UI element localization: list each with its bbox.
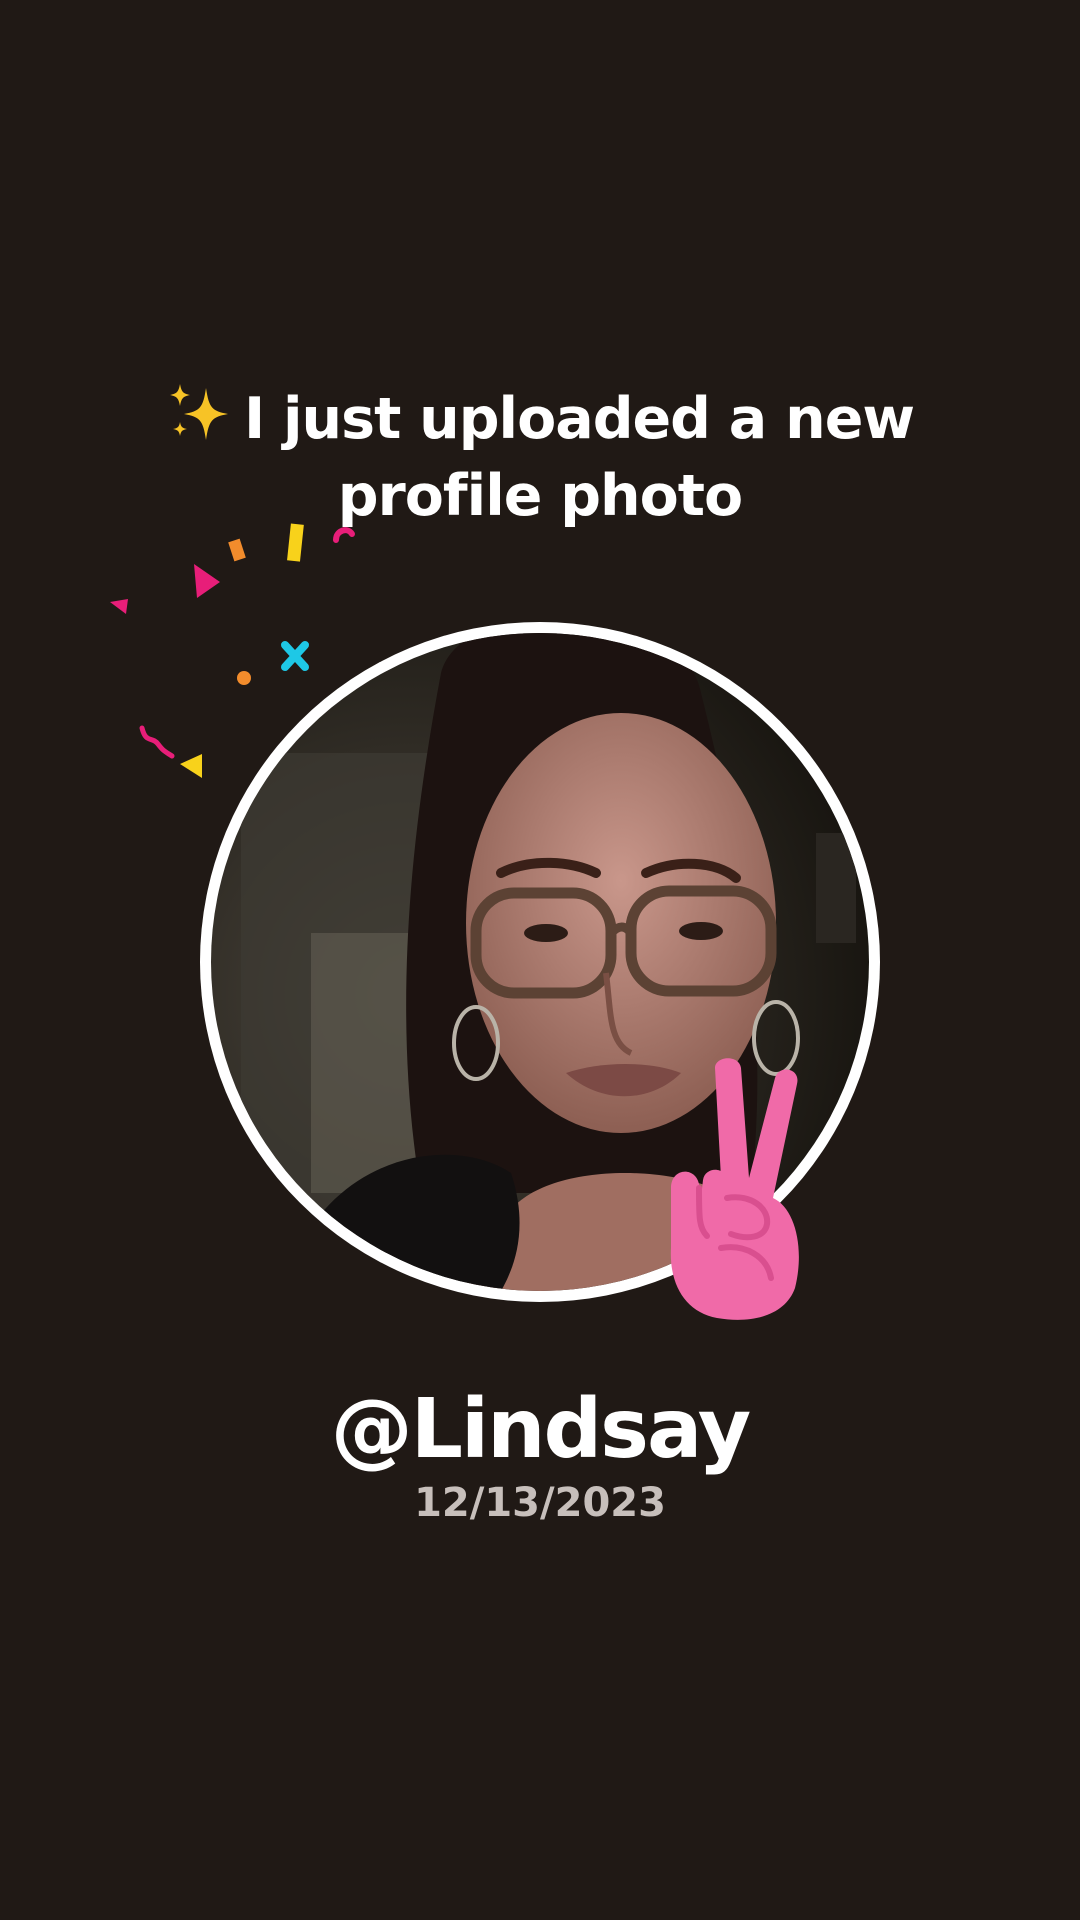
confetti-piece [228,538,246,562]
confetti-piece [180,754,202,778]
profile-photo-announcement: I just uploaded a new profile photo @Lin… [0,0,1080,1920]
confetti-piece [110,599,128,614]
headline-text-2: profile photo [337,463,743,529]
headline-text-1: I just uploaded a new [243,386,915,452]
victory-hand-icon [670,1058,799,1320]
confetti-piece [281,641,309,671]
username[interactable]: @Lindsay [0,1380,1080,1480]
sparkles-icon [169,384,228,440]
confetti-piece [139,725,175,759]
confetti-piece [237,671,251,685]
upload-date: 12/13/2023 [414,1480,666,1526]
headline-line-1: I just uploaded a new [0,380,1080,458]
headline: I just uploaded a new profile photo [0,380,1080,535]
confetti-piece [194,564,220,598]
